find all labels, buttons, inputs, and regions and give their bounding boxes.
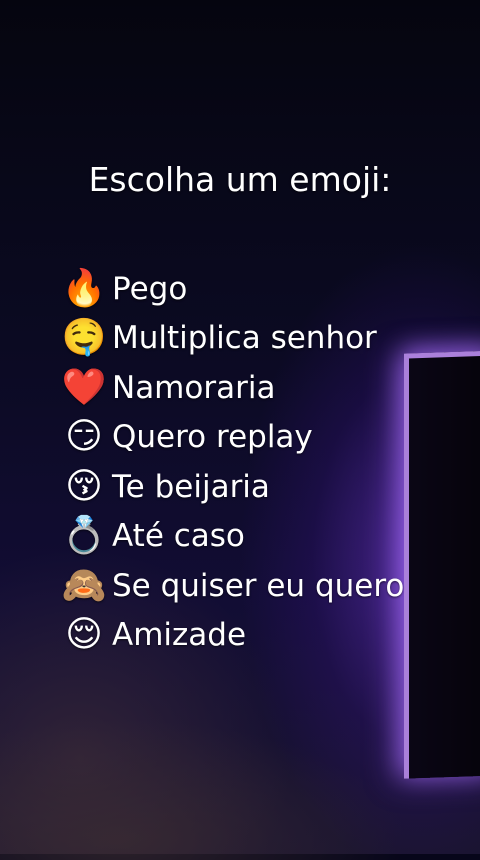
kissing-face-icon: 😚 (65, 465, 103, 507)
option-label: Até caso (112, 518, 245, 555)
option-label: Namoraria (112, 369, 276, 406)
option-label: Se quiser eu quero (112, 567, 405, 604)
drooling-face-icon: 🤤 (61, 317, 107, 359)
option-pego: 🔥 Pego (58, 264, 404, 314)
red-heart-icon: ❤️ (61, 366, 107, 408)
page-title: Escolha um emoji: (88, 160, 392, 199)
ring-icon: 💍 (61, 515, 107, 557)
emoji-options-list: 🔥 Pego 🤤 Multiplica senhor ❤️ Namoraria … (58, 264, 405, 661)
option-label: Quero replay (112, 419, 313, 456)
option-quero-replay: 😏 Quero replay (58, 413, 404, 463)
option-ate-caso: 💍 Até caso (58, 512, 404, 562)
option-label: Pego (112, 270, 188, 307)
option-label: Amizade (112, 617, 247, 654)
option-namoraria: ❤️ Namoraria (58, 363, 404, 413)
smirking-face-icon: 😏 (65, 416, 103, 458)
option-se-quiser-eu-quero: 🙈 Se quiser eu quero (58, 561, 405, 611)
option-multiplica-senhor: 🤤 Multiplica senhor (58, 314, 404, 364)
option-amizade: 😌 Amizade (58, 611, 404, 661)
fire-icon: 🔥 (61, 267, 107, 309)
see-no-evil-monkey-icon: 🙈 (61, 564, 107, 606)
option-label: Te beijaria (112, 468, 270, 505)
relieved-face-icon: 😌 (65, 614, 103, 656)
option-label: Multiplica senhor (112, 320, 377, 357)
option-te-beijaria: 😚 Te beijaria (58, 462, 404, 512)
